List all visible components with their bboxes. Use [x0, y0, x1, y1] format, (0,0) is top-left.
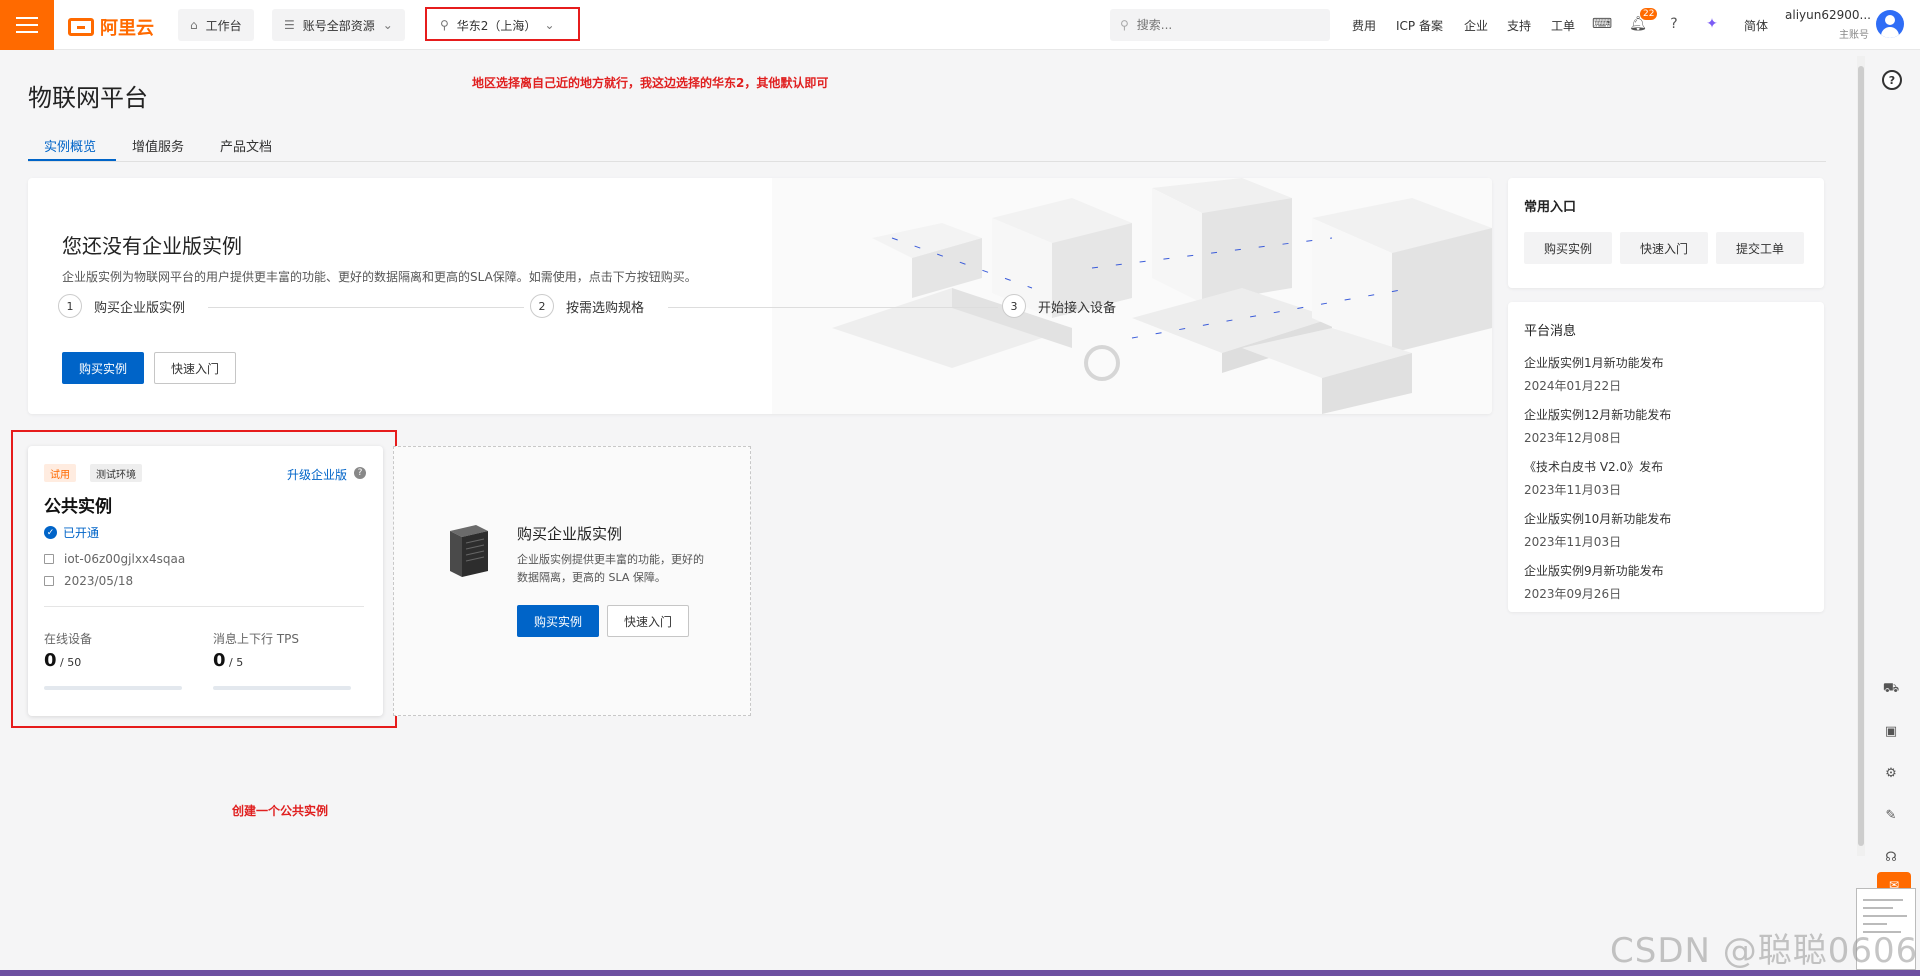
user-role: 主账号	[1839, 30, 1869, 41]
user-menu[interactable]: aliyun62900... 主账号	[1785, 8, 1871, 41]
workbench-button[interactable]: ⌂ 工作台	[178, 9, 254, 41]
tab-docs[interactable]: 产品文档	[220, 136, 272, 155]
tab-bar: 实例概览 增值服务 产品文档	[28, 130, 1826, 162]
nav-ticket[interactable]: 工单	[1551, 17, 1575, 34]
step-label: 按需选购规格	[566, 300, 645, 316]
nav-billing[interactable]: 费用	[1352, 17, 1376, 34]
news-date: 2023年09月26日	[1524, 587, 1622, 601]
resources-dropdown[interactable]: ☰ 账号全部资源 ⌄	[272, 9, 405, 41]
server-icon	[450, 525, 488, 577]
gear-icon[interactable]: ⚙	[1880, 762, 1902, 784]
step-number: 3	[1002, 294, 1026, 318]
hamburger-menu-icon[interactable]	[0, 0, 54, 50]
aliyun-logo[interactable]: 阿里云	[68, 14, 154, 40]
news-item: 《技术白皮书 V2.0》发布 2023年11月03日	[1524, 458, 1663, 498]
step-label: 开始接入设备	[1038, 300, 1117, 316]
tab-instance-overview[interactable]: 实例概览	[44, 136, 96, 155]
region-highlight-box	[425, 7, 580, 41]
help-float-icon[interactable]: ?	[1882, 70, 1902, 90]
news-link[interactable]: 企业版实例1月新功能发布	[1524, 354, 1664, 371]
terminal-icon[interactable]: ⌨	[1592, 14, 1612, 34]
ai-assistant-icon[interactable]: ✦	[1702, 14, 1722, 34]
search-input[interactable]	[1136, 18, 1307, 32]
logo-mark-icon	[68, 18, 94, 36]
buy-card-description: 企业版实例提供更丰富的功能，更好的数据隔离，更高的 SLA 保障。	[517, 553, 704, 584]
region-annotation: 地区选择离自己近的地方就行，我这边选择的华东2，其他默认即可	[472, 76, 829, 90]
news-title: 平台消息	[1524, 324, 1577, 339]
news-link[interactable]: 企业版实例10月新功能发布	[1524, 510, 1671, 527]
hero-description: 企业版实例为物联网平台的用户提供更丰富的功能、更好的数据隔离和更高的SLA保障。…	[62, 270, 697, 284]
buy-instance-button[interactable]: 购买实例	[62, 352, 144, 384]
chevron-down-icon: ⌄	[382, 18, 393, 32]
scrollbar-thumb[interactable]	[1858, 66, 1864, 846]
quick-start-button[interactable]: 快速入门	[607, 605, 689, 637]
avatar[interactable]	[1876, 10, 1904, 38]
news-item: 企业版实例10月新功能发布 2023年11月03日	[1524, 510, 1671, 550]
step-1: 1 购买企业版实例	[58, 294, 185, 318]
buy-enterprise-card: 购买企业版实例 企业版实例提供更丰富的功能，更好的数据隔离，更高的 SLA 保障…	[393, 446, 751, 716]
entries-title: 常用入口	[1524, 200, 1577, 215]
step-3: 3 开始接入设备	[1002, 294, 1116, 318]
buy-card-title: 购买企业版实例	[517, 525, 623, 543]
step-2: 2 按需选购规格	[530, 294, 644, 318]
instance-highlight-box	[11, 430, 397, 728]
step-connector	[668, 307, 998, 308]
news-item: 企业版实例1月新功能发布 2024年01月22日	[1524, 354, 1664, 394]
step-connector	[208, 307, 524, 308]
news-link[interactable]: 企业版实例12月新功能发布	[1524, 406, 1671, 423]
document-icon[interactable]: ▣	[1880, 720, 1902, 742]
news-item: 企业版实例9月新功能发布 2023年09月26日	[1524, 562, 1664, 602]
home-icon: ⌂	[190, 18, 198, 32]
nav-support[interactable]: 支持	[1507, 17, 1531, 34]
entry-buy-instance[interactable]: 购买实例	[1524, 232, 1612, 264]
workbench-label: 工作台	[205, 18, 242, 33]
entry-submit-ticket[interactable]: 提交工单	[1716, 232, 1804, 264]
news-date: 2023年11月03日	[1524, 483, 1622, 497]
csdn-watermark: CSDN @聪聪0606	[1610, 931, 1919, 970]
enterprise-hero-card: 您还没有企业版实例 企业版实例为物联网平台的用户提供更丰富的功能、更好的数据隔离…	[28, 178, 1492, 414]
tab-value-added[interactable]: 增值服务	[132, 136, 184, 155]
step-number: 2	[530, 294, 554, 318]
logo-text: 阿里云	[100, 18, 154, 39]
platform-news-panel: 平台消息 企业版实例1月新功能发布 2024年01月22日 企业版实例12月新功…	[1508, 302, 1824, 612]
nav-icp[interactable]: ICP 备案	[1396, 17, 1443, 34]
nav-enterprise[interactable]: 企业	[1464, 17, 1488, 34]
entry-quick-start[interactable]: 快速入门	[1620, 232, 1708, 264]
top-bar: 阿里云 ⌂ 工作台 ☰ 账号全部资源 ⌄ ⚲ 华东2（上海） ⌄ ⚲ 费用 IC…	[0, 0, 1920, 50]
news-link[interactable]: 《技术白皮书 V2.0》发布	[1524, 458, 1663, 475]
edit-icon[interactable]: ✎	[1880, 804, 1902, 826]
screen: 阿里云 ⌂ 工作台 ☰ 账号全部资源 ⌄ ⚲ 华东2（上海） ⌄ ⚲ 费用 IC…	[0, 0, 1920, 970]
create-instance-annotation: 创建一个公共实例	[232, 804, 329, 818]
user-name: aliyun62900...	[1785, 8, 1871, 22]
news-item: 企业版实例12月新功能发布 2023年12月08日	[1524, 406, 1671, 446]
news-date: 2024年01月22日	[1524, 379, 1622, 393]
page-title: 物联网平台	[28, 84, 148, 112]
common-entries-panel: 常用入口 购买实例 快速入门 提交工单	[1508, 178, 1824, 288]
search-box[interactable]: ⚲	[1110, 9, 1330, 41]
resources-label: 账号全部资源	[302, 18, 375, 33]
notification-count: 22	[1640, 8, 1658, 20]
city-illustration	[772, 178, 1492, 414]
search-icon: ⚲	[1120, 18, 1129, 32]
language-switch[interactable]: 简体	[1744, 17, 1768, 34]
step-label: 购买企业版实例	[94, 300, 186, 316]
hero-title: 您还没有企业版实例	[62, 234, 242, 258]
help-circle-icon[interactable]: ?	[1664, 14, 1684, 34]
buy-instance-button[interactable]: 购买实例	[517, 605, 599, 637]
news-date: 2023年11月03日	[1524, 535, 1622, 549]
headset-icon[interactable]: ☊	[1880, 846, 1902, 868]
news-link[interactable]: 企业版实例9月新功能发布	[1524, 562, 1664, 579]
step-number: 1	[58, 294, 82, 318]
active-tab-indicator	[28, 159, 116, 161]
quick-start-button[interactable]: 快速入门	[154, 352, 236, 384]
cart-icon[interactable]: ⛟	[1880, 678, 1902, 700]
news-date: 2023年12月08日	[1524, 431, 1622, 445]
stack-icon: ☰	[284, 18, 295, 32]
